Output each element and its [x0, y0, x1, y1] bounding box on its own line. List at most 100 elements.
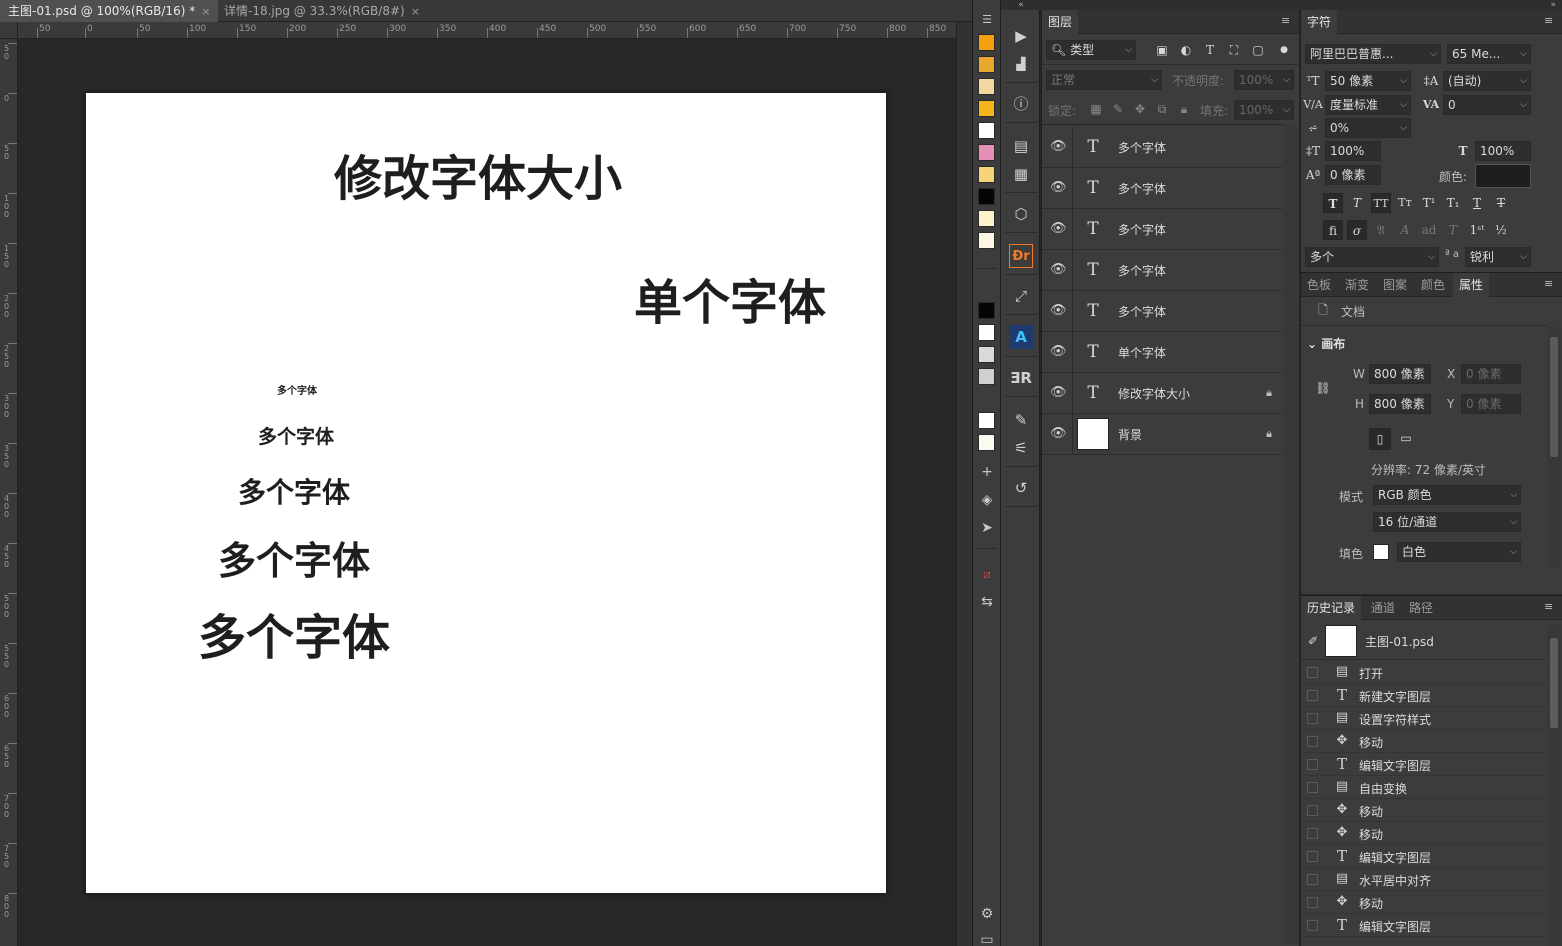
lock-move-icon[interactable]: ✥	[1130, 100, 1150, 118]
tab-character[interactable]: 字符	[1301, 10, 1338, 34]
history-step[interactable]: ▤ 水平居中对齐	[1301, 868, 1545, 891]
layers-scrollbar[interactable]	[1283, 124, 1299, 944]
color-swatch[interactable]	[978, 122, 995, 139]
color-swatch[interactable]	[978, 78, 995, 95]
document-canvas[interactable]: 修改字体大小 单个字体 多个字体 多个字体 多个字体 多个字体 多个字体	[86, 93, 886, 893]
ornaments-button[interactable]: T	[1443, 220, 1463, 240]
history-source-checkbox[interactable]	[1307, 874, 1318, 885]
visibility-eye-icon[interactable]: 👁︎	[1050, 344, 1067, 360]
color-mode-dropdown[interactable]: RGB 颜色 ⌵	[1373, 485, 1521, 505]
color-swatch[interactable]	[978, 144, 995, 161]
horizontal-ruler[interactable]: 50 0 50 100 150 200 250 300 350 400 450 500 550 600 65…	[18, 22, 956, 39]
filter-adjust-icon[interactable]: ◐	[1176, 41, 1196, 59]
visibility-eye-icon[interactable]: 👁︎	[1050, 426, 1067, 442]
visibility-eye-icon[interactable]: 👁︎	[1050, 221, 1067, 237]
tab-color[interactable]: 颜色	[1415, 273, 1451, 297]
lock-all-icon[interactable]: 🔒︎	[1174, 100, 1194, 118]
layer-name[interactable]: 单个字体	[1118, 344, 1166, 361]
filter-pixel-icon[interactable]: ▣	[1152, 41, 1172, 59]
notes-icon[interactable]: ▦	[1009, 162, 1033, 186]
fill-color-dropdown[interactable]: 白色 ⌵	[1397, 542, 1521, 562]
add-icon[interactable]: +	[977, 462, 997, 482]
visibility-eye-icon[interactable]: 👁︎	[1050, 180, 1067, 196]
visibility-eye-icon[interactable]: 👁︎	[1050, 303, 1067, 319]
blend-mode-dropdown[interactable]: 正常 ⌵	[1046, 70, 1162, 90]
lock-paint-icon[interactable]: ✎	[1108, 100, 1128, 118]
color-swatch[interactable]	[978, 210, 995, 227]
antialias-dropdown[interactable]: 锐利 ⌵	[1465, 247, 1531, 267]
close-icon[interactable]: ×	[411, 5, 420, 18]
tab-layers[interactable]: 图层	[1042, 10, 1079, 34]
gear-icon[interactable]: ⚙	[977, 904, 997, 924]
history-source-checkbox[interactable]	[1307, 759, 1318, 770]
history-step[interactable]: T 编辑文字图层	[1301, 845, 1545, 868]
document-tab-detail[interactable]: 详情-18.jpg @ 33.3%(RGB/8#) ×	[216, 0, 428, 22]
panel-menu-icon[interactable]: ☰	[977, 10, 997, 30]
lock-transparent-icon[interactable]: ▦	[1086, 100, 1106, 118]
color-swatch[interactable]	[978, 434, 995, 451]
layer-name[interactable]: 多个字体	[1118, 303, 1166, 320]
color-swatch[interactable]	[978, 166, 995, 183]
history-step[interactable]: ▤ 自由变换	[1301, 776, 1545, 799]
layer-name[interactable]: 多个字体	[1118, 180, 1166, 197]
font-style-dropdown[interactable]: 65 Me... ⌵	[1447, 44, 1531, 64]
brush-settings-icon[interactable]: ⚟	[1009, 436, 1033, 460]
superscript-button[interactable]: T¹	[1419, 193, 1439, 213]
visibility-eye-icon[interactable]: 👁︎	[1050, 385, 1067, 401]
canvas-text-multi-4[interactable]: 多个字体	[218, 530, 370, 585]
history-step[interactable]: ✥ 移动	[1301, 822, 1545, 845]
history-source-checkbox[interactable]	[1307, 851, 1318, 862]
color-swatch[interactable]	[978, 34, 995, 51]
history-scrollbar-thumb[interactable]	[1550, 638, 1558, 728]
history-step[interactable]: T 编辑文字图层	[1301, 914, 1545, 937]
tab-history[interactable]: 历史记录	[1301, 596, 1362, 620]
history-step[interactable]: ✥ 移动	[1301, 799, 1545, 822]
tab-paths[interactable]: 路径	[1403, 596, 1439, 620]
height-input[interactable]: 800 像素	[1369, 394, 1431, 414]
ordinals-button[interactable]: 1ˢᵗ	[1467, 220, 1487, 240]
portrait-icon[interactable]: ▯	[1369, 428, 1391, 450]
history-source-checkbox[interactable]	[1307, 828, 1318, 839]
canvas-text-single[interactable]: 单个字体	[634, 263, 826, 333]
bit-depth-dropdown[interactable]: 16 位/通道 ⌵	[1373, 512, 1521, 532]
vertical-scale-input[interactable]: 100%	[1325, 141, 1381, 161]
small-caps-button[interactable]: Tт	[1395, 193, 1415, 213]
layer-filter-dropdown[interactable]: 🔍︎ 类型 ⌵	[1046, 40, 1136, 60]
landscape-icon[interactable]: ▭	[1395, 428, 1417, 450]
canvas-section-toggle[interactable]: ⌄ 画布	[1307, 335, 1345, 352]
fr-plugin-icon[interactable]: ƎR	[1009, 366, 1033, 390]
fractions-button[interactable]: ½	[1491, 220, 1511, 240]
strikethrough-button[interactable]: T	[1491, 193, 1511, 213]
layer-row[interactable]: 👁︎ T 修改字体大小 🔒︎	[1042, 373, 1282, 414]
color-swatch[interactable]	[978, 232, 995, 249]
horizontal-scale-input[interactable]: 100%	[1475, 141, 1531, 161]
y-input[interactable]: 0 像素	[1461, 394, 1521, 414]
color-swatch[interactable]	[978, 188, 995, 205]
history-source-checkbox[interactable]	[1307, 736, 1318, 747]
swash-button[interactable]: 𝔄	[1371, 220, 1391, 240]
vertical-ruler[interactable]: 50 0 50 100 150 200 250 300 350 400 450 500 550 600 65…	[0, 39, 18, 946]
layer-name[interactable]: 多个字体	[1118, 262, 1166, 279]
subscript-button[interactable]: T₁	[1443, 193, 1463, 213]
old-style-button[interactable]: σ	[1347, 220, 1367, 240]
layer-name[interactable]: 多个字体	[1118, 221, 1166, 238]
tab-channels[interactable]: 通道	[1365, 596, 1401, 620]
play-action-icon[interactable]: ▶	[1009, 24, 1033, 48]
lock-artboard-icon[interactable]: ⧉	[1152, 100, 1172, 118]
history-brush-source-icon[interactable]: ✐	[1303, 632, 1323, 650]
history-step[interactable]: T 编辑文字图层	[1301, 753, 1545, 776]
tab-properties[interactable]: 属性	[1453, 273, 1490, 297]
color-swatch[interactable]	[978, 302, 995, 319]
tracking-dropdown[interactable]: 0 ⌵	[1443, 95, 1531, 115]
tab-gradients[interactable]: 渐变	[1339, 273, 1375, 297]
panel-menu-icon[interactable]: ≡	[1544, 601, 1556, 613]
book-icon[interactable]: ▭	[977, 930, 997, 946]
color-swatch[interactable]	[978, 412, 995, 429]
faux-italic-button[interactable]: T	[1347, 193, 1367, 213]
fill-input[interactable]: 100% ⌵	[1234, 100, 1294, 120]
color-swatch[interactable]	[978, 56, 995, 73]
fill-color-swatch[interactable]	[1373, 544, 1389, 560]
filter-shape-icon[interactable]: ⛶	[1224, 41, 1244, 59]
panel-menu-icon[interactable]: ≡	[1544, 15, 1556, 27]
history-source-checkbox[interactable]	[1307, 897, 1318, 908]
